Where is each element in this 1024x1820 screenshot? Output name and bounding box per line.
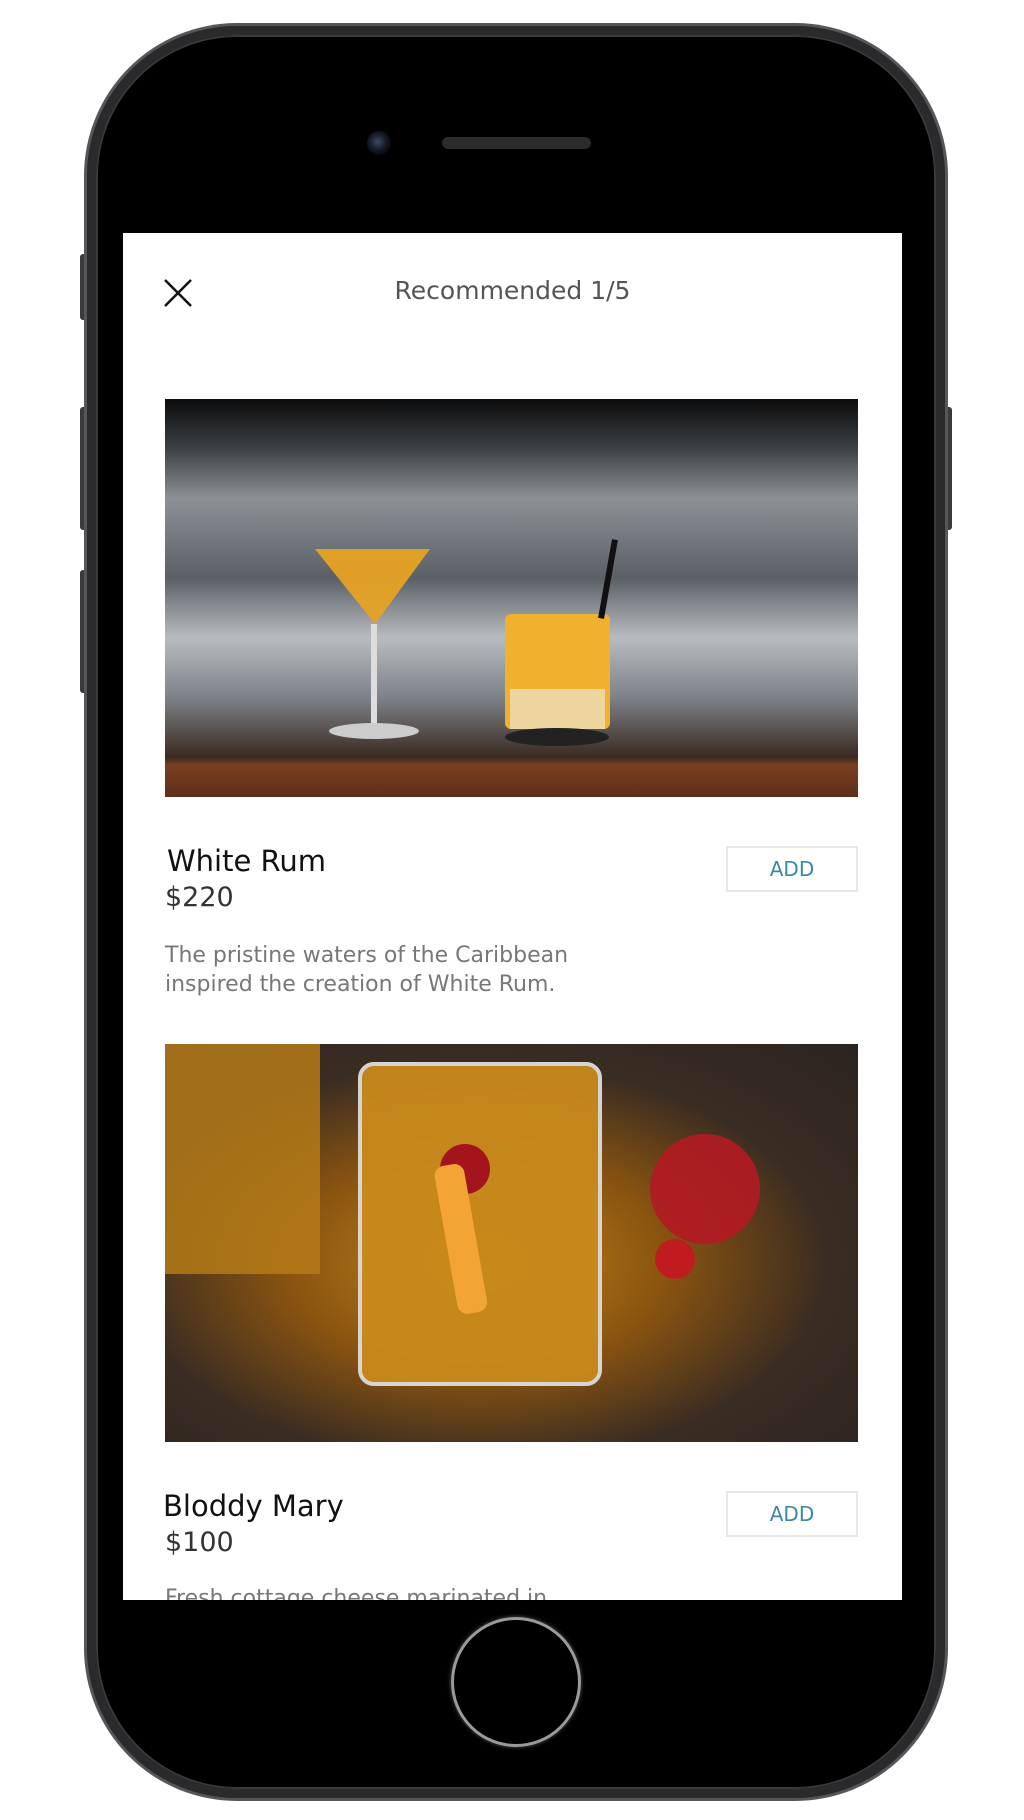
list-item: Bloddy Mary $100 ADD Fresh cottage chees… bbox=[163, 1044, 858, 1600]
speaker-grille bbox=[442, 137, 591, 149]
add-button[interactable]: ADD bbox=[726, 846, 858, 892]
item-price: $100 bbox=[165, 1527, 234, 1558]
item-description: Fresh cottage cheese marinated in bbox=[165, 1584, 585, 1600]
description-line: Fresh cottage cheese marinated in bbox=[165, 1586, 548, 1600]
item-description: The pristine waters of the Caribbean ins… bbox=[165, 941, 585, 999]
bloody-mary-image bbox=[165, 1044, 858, 1442]
home-button[interactable] bbox=[451, 1617, 581, 1747]
screen: Recommended 1/5 White Rum $220 ADD The p… bbox=[123, 233, 902, 1600]
description-line: The pristine waters of the Caribbean bbox=[165, 943, 569, 968]
item-name: White Rum bbox=[167, 844, 327, 878]
camera-icon bbox=[367, 131, 391, 155]
white-rum-image bbox=[165, 399, 858, 797]
page-title: Recommended 1/5 bbox=[394, 276, 631, 305]
add-button[interactable]: ADD bbox=[726, 1491, 858, 1537]
description-line: inspired the creation of White Rum. bbox=[165, 972, 556, 997]
item-name: Bloddy Mary bbox=[163, 1489, 344, 1523]
item-price: $220 bbox=[165, 882, 234, 913]
list-item: White Rum $220 ADD The pristine waters o… bbox=[165, 399, 858, 997]
